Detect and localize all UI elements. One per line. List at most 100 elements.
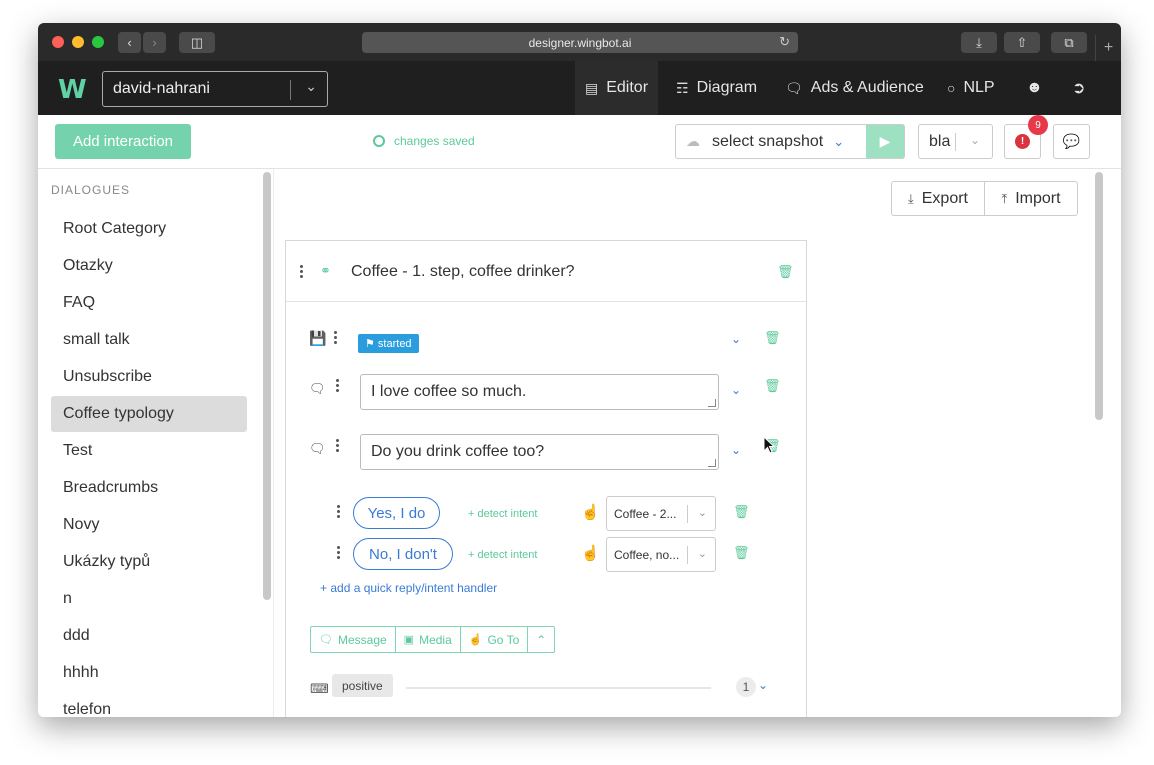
sidebar-item-n[interactable]: n: [51, 581, 247, 617]
address-bar[interactable]: designer.wingbot.ai ↻: [362, 32, 798, 53]
drag-handle-icon[interactable]: [337, 546, 343, 561]
nav-diagram[interactable]: ☶ Diagram: [676, 61, 757, 115]
comment-icon: 🗨: [319, 634, 333, 646]
thumbs-up-icon: ☝: [468, 634, 483, 646]
comment-icon: 🗨: [309, 381, 326, 396]
add-interaction-button[interactable]: Add interaction: [55, 124, 191, 159]
language-value: bla: [929, 132, 951, 150]
message-textarea[interactable]: Do you drink coffee too?: [360, 434, 719, 470]
save-status-label: changes saved: [394, 134, 475, 148]
export-button[interactable]: ⤓ Export: [891, 181, 985, 216]
resize-handle-icon[interactable]: [708, 459, 716, 467]
drag-handle-icon[interactable]: [337, 505, 343, 520]
select-divider: [687, 546, 688, 564]
resize-handle-icon[interactable]: [708, 399, 716, 407]
tag-started[interactable]: ⚑ started: [358, 334, 419, 353]
add-media-button[interactable]: ▣ Media: [396, 627, 461, 652]
share-icon[interactable]: ⇧: [1004, 32, 1040, 53]
add-message-button[interactable]: 🗨 Message: [311, 627, 396, 652]
nav-ads-audience[interactable]: 🗨 Ads & Audience: [785, 61, 924, 115]
drag-handle-icon[interactable]: [336, 439, 342, 454]
project-name: david-nahrani: [113, 80, 210, 97]
drag-handle-icon[interactable]: [336, 379, 342, 394]
condition-slider[interactable]: [406, 687, 711, 689]
trash-icon[interactable]: 🗑: [764, 378, 781, 394]
chevron-down-icon[interactable]: ⌄: [731, 443, 741, 457]
play-button[interactable]: ▶: [866, 125, 904, 158]
add-goto-button[interactable]: ☝ Go To: [461, 627, 529, 652]
chevron-down-icon: ⌄: [833, 133, 845, 149]
drag-handle-icon[interactable]: [334, 331, 340, 346]
status-circle-icon: [373, 135, 385, 147]
sidebar-item-coffee-typology[interactable]: Coffee typology: [51, 396, 247, 432]
condition-count: 1: [736, 677, 756, 697]
sidebar-toggle-icon[interactable]: ◫: [179, 32, 215, 53]
add-response-button-group: 🗨 Message ▣ Media ☝ Go To ⌃: [310, 626, 556, 653]
add-quick-reply-link[interactable]: + add a quick reply/intent handler: [320, 581, 497, 595]
trash-icon[interactable]: 🗑: [764, 330, 781, 346]
snapshot-label: select snapshot: [712, 132, 824, 150]
back-icon[interactable]: ‹: [118, 32, 141, 53]
save-icon[interactable]: 💾: [309, 330, 326, 347]
download-icon[interactable]: ⤓: [961, 32, 997, 53]
new-tab-icon[interactable]: +: [1095, 35, 1121, 61]
detect-intent-link[interactable]: + detect intent: [468, 508, 537, 520]
import-label: Import: [1015, 189, 1061, 207]
quick-reply-button[interactable]: Yes, I do: [353, 497, 440, 529]
thumbs-up-icon[interactable]: ☝: [581, 544, 600, 562]
message-textarea[interactable]: I love coffee so much.: [360, 374, 719, 410]
chevron-down-icon[interactable]: ⌄: [731, 383, 741, 397]
trash-icon[interactable]: 🗑: [733, 545, 750, 561]
import-button[interactable]: ⤒ Import: [984, 181, 1078, 216]
sidebar-item-otazky[interactable]: Otazky: [51, 248, 247, 284]
sidebar-item-ddd[interactable]: ddd: [51, 618, 247, 654]
reload-icon[interactable]: ↻: [779, 34, 790, 50]
alerts-button[interactable]: ! 9: [1004, 115, 1048, 159]
trash-icon[interactable]: 🗑: [777, 264, 794, 280]
logout-icon[interactable]: ➲: [1072, 61, 1085, 115]
sidebar-item-ukazky-typu[interactable]: Ukázky typů: [51, 544, 247, 580]
wingbot-logo[interactable]: W: [58, 75, 87, 105]
forward-icon[interactable]: ›: [143, 32, 166, 53]
condition-tag[interactable]: positive: [332, 674, 393, 697]
detect-intent-link[interactable]: + detect intent: [468, 549, 537, 561]
sidebar-item-faq[interactable]: FAQ: [51, 285, 247, 321]
main-scrollbar[interactable]: [1095, 172, 1103, 420]
maximize-window-button[interactable]: [92, 36, 104, 48]
list-icon: ▤: [585, 79, 599, 96]
target-interaction-select[interactable]: Coffee - 2... ⌄: [606, 496, 716, 531]
nav-editor[interactable]: ▤ Editor: [575, 61, 659, 115]
trash-icon[interactable]: 🗑: [733, 504, 750, 520]
chevron-down-icon[interactable]: ⌄: [758, 678, 768, 692]
chevron-up-icon: ⌃: [536, 632, 547, 647]
project-select[interactable]: david-nahrani ⌄: [102, 71, 328, 107]
sidebar-item-unsubscribe[interactable]: Unsubscribe: [51, 359, 247, 395]
snapshot-select[interactable]: ☁ select snapshot ⌄ ▶: [675, 124, 905, 159]
language-select[interactable]: bla ⌄: [918, 124, 993, 159]
tabs-overview-icon[interactable]: ⧉: [1051, 32, 1087, 53]
thumbs-up-icon[interactable]: ☝: [581, 503, 600, 521]
minimize-window-button[interactable]: [72, 36, 84, 48]
interaction-card: ⚭ Coffee - 1. step, coffee drinker? 🗑 💾 …: [285, 240, 807, 717]
sidebar-item-root-category[interactable]: Root Category: [51, 211, 247, 247]
sidebar-item-small-talk[interactable]: small talk: [51, 322, 247, 358]
detect-intent-label: detect intent: [477, 508, 538, 520]
sidebar-item-test[interactable]: Test: [51, 433, 247, 469]
sidebar-item-hhhh[interactable]: hhhh: [51, 655, 247, 691]
sidebar-item-novy[interactable]: Novy: [51, 507, 247, 543]
close-window-button[interactable]: [52, 36, 64, 48]
sidebar-item-telefon[interactable]: telefon: [51, 692, 247, 717]
sidebar-scrollbar[interactable]: [263, 172, 271, 600]
drag-handle-icon[interactable]: [300, 265, 306, 280]
user-icon[interactable]: ☻: [1026, 61, 1043, 115]
interaction-title[interactable]: Coffee - 1. step, coffee drinker?: [351, 263, 575, 281]
target-interaction-select[interactable]: Coffee, no... ⌄: [606, 537, 716, 572]
chat-button[interactable]: 💬: [1053, 124, 1090, 159]
chevron-down-icon[interactable]: ⌄: [731, 332, 741, 346]
quick-reply-button[interactable]: No, I don't: [353, 538, 453, 570]
interaction-header: ⚭ Coffee - 1. step, coffee drinker? 🗑: [286, 241, 806, 302]
message-text: Do you drink coffee too?: [371, 443, 545, 460]
sidebar-item-breadcrumbs[interactable]: Breadcrumbs: [51, 470, 247, 506]
more-options-button[interactable]: ⌃: [528, 627, 554, 652]
nav-nlp[interactable]: ○ NLP: [947, 61, 995, 115]
